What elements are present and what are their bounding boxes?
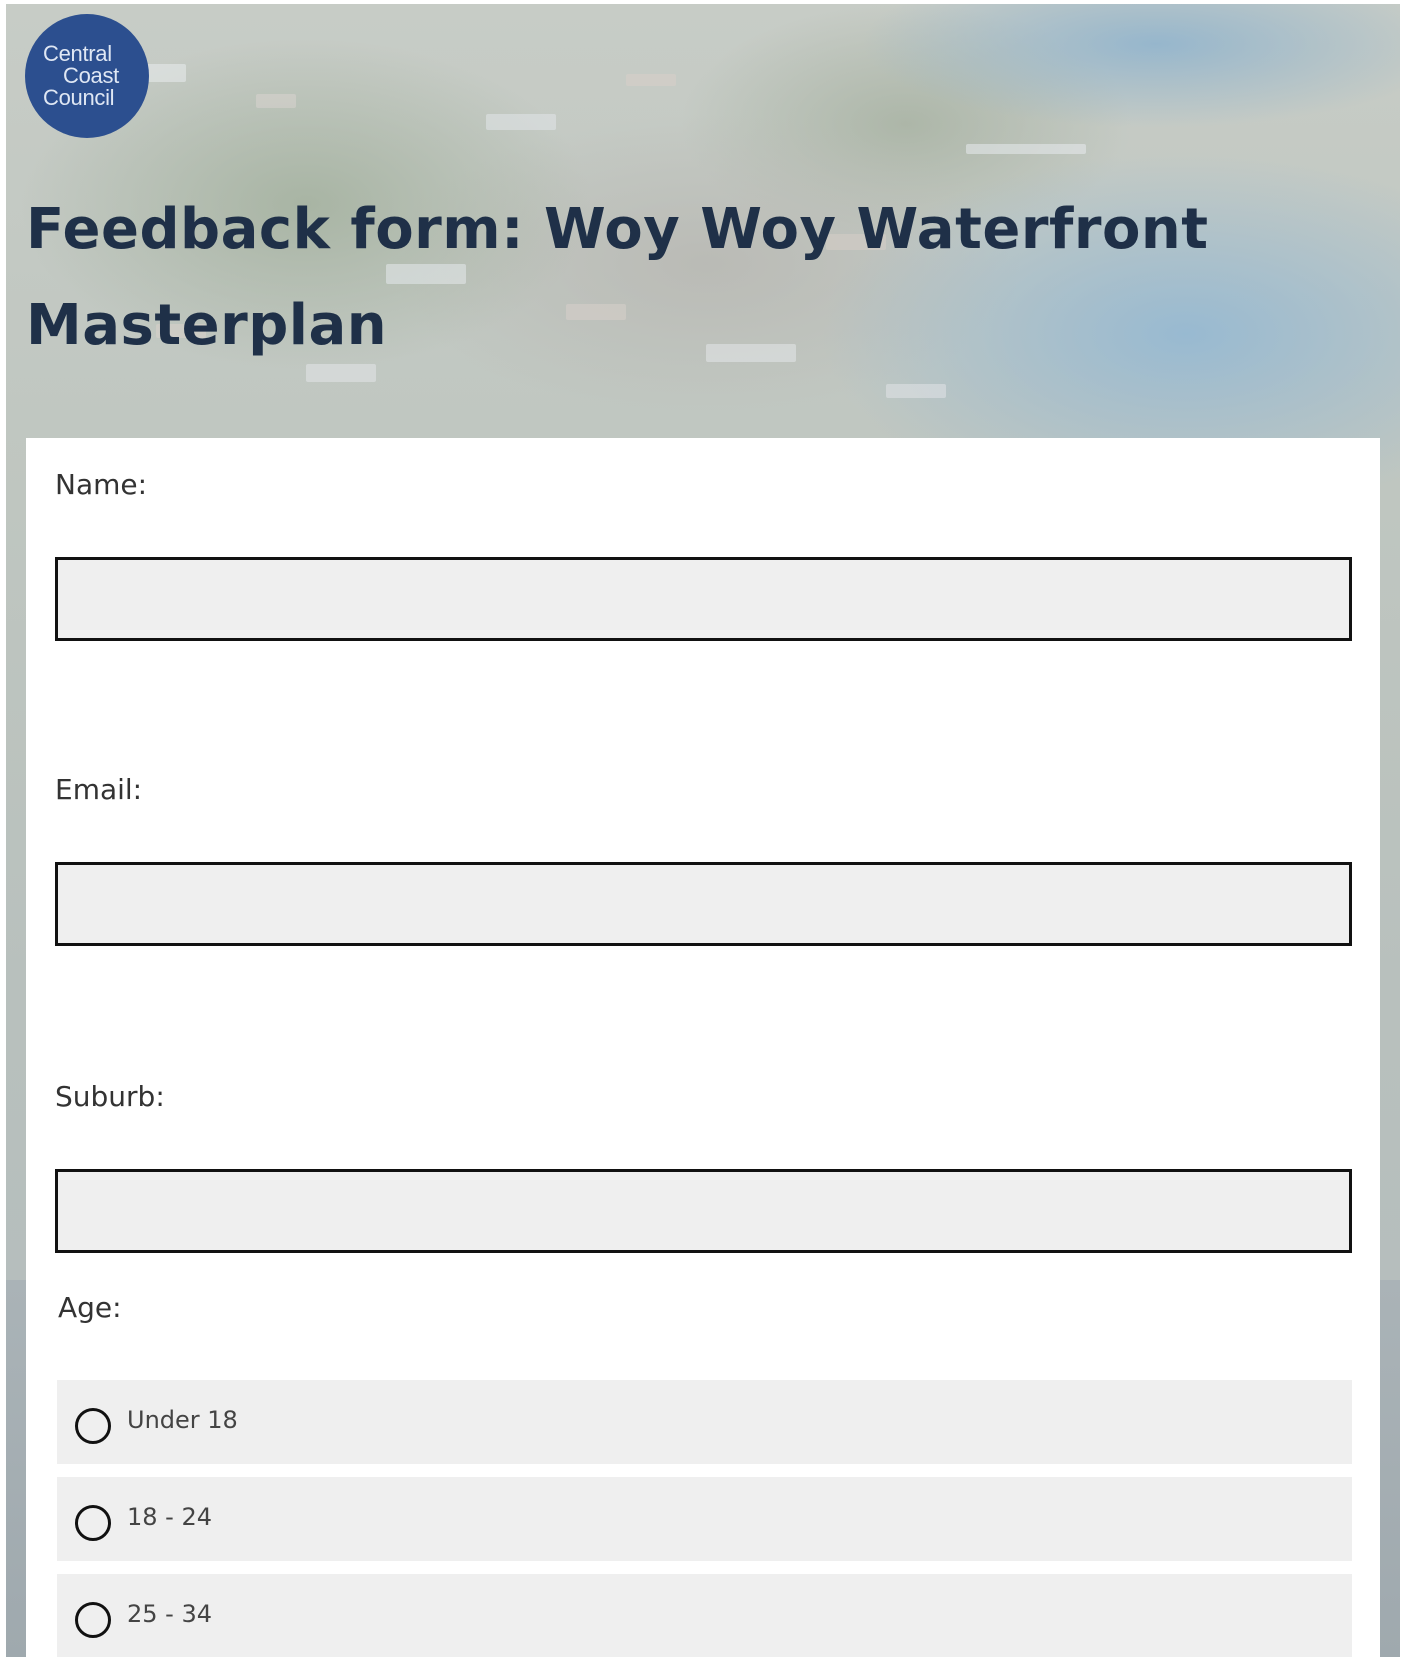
logo-line: Council (43, 85, 115, 110)
radio-button[interactable] (75, 1602, 111, 1638)
name-label: Name: (55, 468, 148, 501)
email-label: Email: (55, 773, 143, 806)
radio-label: 18 - 24 (127, 1503, 212, 1531)
radio-button[interactable] (75, 1505, 111, 1541)
name-field[interactable] (55, 557, 1352, 641)
age-option-25-34[interactable]: 25 - 34 (57, 1574, 1352, 1657)
radio-label: Under 18 (127, 1406, 238, 1434)
council-logo[interactable]: Central Coast Council (25, 14, 149, 138)
page-title: Feedback form: Woy Woy Waterfront Master… (26, 197, 1209, 358)
email-field[interactable] (55, 862, 1352, 946)
age-option-18-24[interactable]: 18 - 24 (57, 1477, 1352, 1561)
radio-label: 25 - 34 (127, 1600, 212, 1628)
age-label: Age: (58, 1291, 122, 1324)
radio-button[interactable] (75, 1408, 111, 1444)
form-card: Name: Email: Suburb: Age: Under 18 18 - … (26, 438, 1380, 1657)
logo-line: Central (43, 41, 112, 66)
suburb-field[interactable] (55, 1169, 1352, 1253)
page: Central Coast Council Feedback form: Woy… (0, 0, 1405, 1657)
suburb-label: Suburb: (55, 1080, 165, 1113)
age-option-under-18[interactable]: Under 18 (57, 1380, 1352, 1464)
logo-line: Coast (63, 63, 119, 88)
